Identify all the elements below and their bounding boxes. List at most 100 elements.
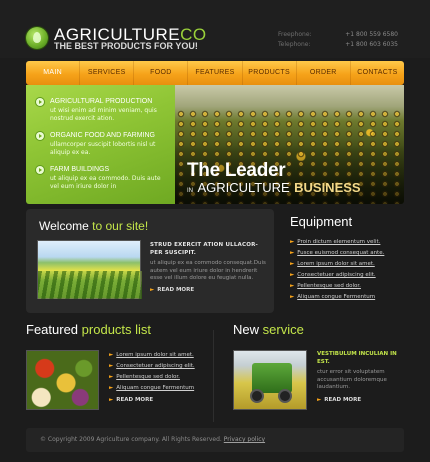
contacts: Freephone: +1 800 559 6580 Telephone: +1… (278, 30, 398, 50)
new-service-text: ctur error sit voluptatem accusantium do… (317, 369, 387, 390)
featured-title-b: products list (81, 322, 152, 337)
copyright-text: © Copyright 2009 Agriculture company. Al… (40, 436, 222, 443)
contact-value: +1 800 603 6035 (345, 41, 398, 48)
hero-feature-title: ORGANIC FOOD AND FARMING (50, 132, 156, 139)
arrow-right-icon: ► (317, 397, 322, 403)
hero-subtitle: IN AGRICULTURE BUSINESS (187, 179, 361, 197)
arrow-right-icon: ► (109, 363, 114, 369)
read-more-label: READ MORE (116, 397, 154, 403)
contact-label: Telephone: (278, 41, 311, 48)
contact-label: Freephone: (278, 31, 312, 38)
new-service-title: New service (233, 322, 408, 337)
equipment-links: ► Proin dictum elementum velit. ► Fusce eu… (290, 237, 410, 303)
contact-telephone: Telephone: +1 800 603 6035 (278, 40, 398, 50)
logo-leaf-icon[interactable] (26, 27, 48, 49)
equipment-link[interactable]: ► Fusce euismod consequat ante. (290, 248, 410, 259)
hero-subtitle-main: AGRICULTURE (197, 180, 290, 195)
welcome-heading: Welcome to our site! (39, 219, 148, 233)
nav-item-features[interactable]: FEATURES (188, 61, 243, 85)
arrow-right-icon: ► (290, 272, 295, 278)
link-text: Aliquam congue Fermentum (297, 294, 376, 300)
hero-subtitle-bold: BUSINESS (294, 180, 361, 195)
nav-item-order[interactable]: ORDER (297, 61, 351, 85)
contact-value: +1 800 559 6580 (345, 31, 398, 38)
slogan: THE BEST PRODUCTS FOR YOU! (54, 41, 198, 51)
equipment-link[interactable]: ► Aliquam congue Fermentum (290, 292, 410, 303)
contact-freephone: Freephone: +1 800 559 6580 (278, 30, 398, 40)
arrow-right-icon: ► (290, 239, 295, 245)
link-text: Consectetuer adipiscing elit. (116, 363, 195, 369)
vegetables-image (26, 350, 99, 410)
arrow-right-icon: ► (290, 261, 295, 267)
featured-link[interactable]: ► Lorem ipsum dolor sit amet. (109, 350, 195, 361)
link-text: Aliquam congue Fermentum (116, 385, 195, 391)
featured-read-more-link[interactable]: ► READ MORE (109, 397, 153, 403)
nav-item-contacts[interactable]: CONTACTS (351, 61, 404, 85)
new-service-section: New service VESTIBULUM INCULIAN IN EST. … (233, 322, 408, 410)
harvester-wheel (250, 389, 264, 403)
welcome-text: ut aliquip ex ea commodo consequat.Duis … (150, 260, 266, 281)
footer: © Copyright 2009 Agriculture company. Al… (26, 428, 404, 452)
featured-link[interactable]: ► Aliquam congue Fermentum (109, 383, 195, 394)
read-more-label: READ MORE (157, 287, 195, 293)
column-divider (213, 330, 214, 422)
welcome-heading-b: to our site! (92, 219, 149, 233)
hero-feature-text: ullamcorper suscipit lobortis nisl ut al… (50, 141, 156, 156)
hero-feature-item[interactable]: FARM BUILDINGS ut aliquip ex ea commodo.… (36, 165, 169, 191)
new-service-subheading: VESTIBULUM INCULIAN IN EST. (317, 351, 397, 365)
arrow-bullet-icon (36, 166, 44, 174)
hero-banner: AGRICULTURAL PRODUCTION ut wisi enim ad … (26, 85, 404, 204)
arrow-bullet-icon (36, 132, 44, 140)
nav-item-food[interactable]: FOOD (134, 61, 189, 85)
header: AGRICULTURECO THE BEST PRODUCTS FOR YOU!… (0, 0, 430, 58)
featured-title-a: Featured (26, 322, 79, 337)
footer-text: © Copyright 2009 Agriculture company. Al… (40, 436, 265, 443)
hero-features: AGRICULTURAL PRODUCTION ut wisi enim ad … (26, 85, 175, 204)
arrow-right-icon: ► (109, 374, 114, 380)
equipment-section: Equipment ► Proin dictum elementum velit.… (290, 214, 410, 303)
welcome-subheading: STRUD EXERCIT ATION ULLACOR-PER SUSCIPIT… (150, 242, 259, 256)
nav-item-products[interactable]: PRODUCTS (243, 61, 297, 85)
featured-link[interactable]: ► Pellentesque sed dolor. (109, 372, 195, 383)
arrow-right-icon: ► (109, 352, 114, 358)
equipment-link[interactable]: ► Pellentesque sed dolor. (290, 281, 410, 292)
arrow-right-icon: ► (150, 287, 155, 293)
read-more-label: READ MORE (324, 397, 362, 403)
hero-subtitle-prefix: IN (187, 188, 193, 194)
hero-feature-title: FARM BUILDINGS (50, 166, 110, 173)
equipment-link[interactable]: ► Lorem ipsum dolor sit amet. (290, 259, 410, 270)
sunflower-field-image: The Leader IN AGRICULTURE BUSINESS (175, 85, 404, 204)
main-nav: MAIN SERVICES FOOD FEATURES PRODUCTS ORD… (26, 61, 404, 85)
equipment-link[interactable]: ► Consectetuer adipiscing elit. (290, 270, 410, 281)
hero-feature-item[interactable]: AGRICULTURAL PRODUCTION ut wisi enim ad … (36, 97, 169, 123)
farm-landscape-image (37, 240, 142, 299)
hero-feature-text: ut aliquip ex ea commodo. Duis aute vel … (50, 175, 161, 190)
arrow-right-icon: ► (290, 294, 295, 300)
new-service-title-b: service (262, 322, 304, 337)
hero-feature-text: ut wisi enim ad minim veniam, quis nostr… (50, 107, 157, 122)
link-text: Lorem ipsum dolor sit amet. (297, 261, 375, 267)
new-service-read-more-link[interactable]: ► READ MORE (317, 397, 361, 403)
privacy-policy-link[interactable]: Privacy policy (224, 436, 265, 443)
new-service-title-a: New (233, 322, 260, 337)
arrow-right-icon: ► (109, 385, 114, 391)
link-text: Pellentesque sed dolor. (116, 374, 180, 380)
nav-item-main[interactable]: MAIN (26, 61, 81, 85)
hero-feature-title: AGRICULTURAL PRODUCTION (50, 98, 153, 105)
harvester-image (233, 350, 307, 410)
link-text: Lorem ipsum dolor sit amet. (116, 352, 194, 358)
harvester-wheel (278, 389, 292, 403)
welcome-read-more-link[interactable]: ► READ MORE (150, 287, 194, 293)
link-text: Proin dictum elementum velit. (297, 239, 381, 245)
nav-item-services[interactable]: SERVICES (80, 61, 135, 85)
arrow-right-icon: ► (109, 397, 114, 403)
arrow-right-icon: ► (290, 283, 295, 289)
link-text: Fusce euismod consequat ante. (297, 250, 385, 256)
welcome-heading-a: Welcome (39, 219, 89, 233)
featured-link[interactable]: ► Consectetuer adipiscing elit. (109, 361, 195, 372)
equipment-link[interactable]: ► Proin dictum elementum velit. (290, 237, 410, 248)
hero-feature-item[interactable]: ORGANIC FOOD AND FARMING ullamcorper sus… (36, 131, 169, 157)
featured-title: Featured products list (26, 322, 206, 337)
welcome-box: Welcome to our site! STRUD EXERCIT ATION… (26, 209, 274, 313)
arrow-right-icon: ► (290, 250, 295, 256)
